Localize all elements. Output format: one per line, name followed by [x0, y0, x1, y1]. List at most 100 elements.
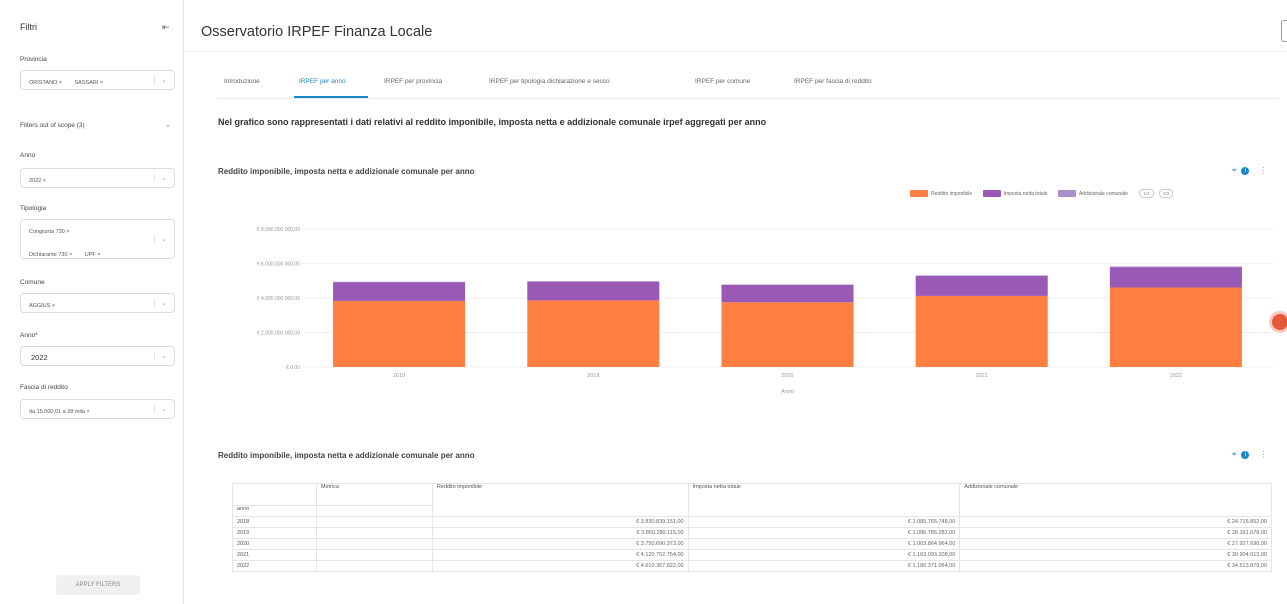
legend-swatch [982, 190, 1001, 198]
filter-label-provincia: Provincia [20, 56, 47, 63]
tab-introduzione[interactable]: Introduzione [224, 78, 260, 85]
table-row: 2021 € 4.120.752.754,00 € 1.163.093.208,… [232, 549, 1272, 561]
legend-page-next[interactable]: 2/2 [1159, 189, 1174, 199]
table-cell: € 4.610.367.822,00 [431, 560, 689, 572]
filter-label-tipologia: Tipologia [20, 205, 47, 212]
table-cell: € 1.003.864.964,00 [687, 538, 961, 550]
info-icon[interactable]: i [1241, 450, 1250, 459]
column-header[interactable]: Addizionale comunale [959, 483, 1272, 517]
table-row: 2020 € 3.750.690.373,00 € 1.003.864.964,… [232, 538, 1272, 550]
empty-cell [315, 527, 433, 539]
bar-segment [333, 282, 466, 301]
comune-select[interactable]: AGGIUS × ⌄ [20, 293, 175, 313]
chevron-down-icon[interactable]: ⌄ [154, 352, 167, 360]
table-cell: € 4.120.752.754,00 [431, 549, 689, 561]
year-cell: 2022 [232, 560, 317, 572]
tab-irpef-per-anno[interactable]: IRPEF per anno [299, 78, 346, 85]
tag-sassari[interactable]: SASSARI × [75, 80, 104, 86]
table-cell: € 24.716.852,00 [959, 516, 1272, 528]
data-table: Metrica Reddito imponibile Imposta netta… [232, 483, 1272, 572]
filter-label-anno-required: Anno* [20, 332, 38, 339]
anno-selected-value: 2022 [31, 353, 48, 362]
page-title: Osservatorio IRPEF Finanza Locale [201, 24, 433, 40]
tag-congiunta-730[interactable]: Congiunta 730 × [29, 229, 70, 235]
tag-fascia[interactable]: da 15.000,01 a 28 mila × [29, 409, 90, 415]
y-tick-label: € 0,00 [286, 365, 300, 371]
empty-cell [315, 516, 433, 528]
legend-swatch [910, 190, 928, 198]
app-root: Filtri ⇤ Provincia ORISTANO × SASSARI × … [0, 0, 1287, 604]
tag-dichiarante-730[interactable]: Dichiarante 730 × [29, 252, 72, 258]
tag-aggius[interactable]: AGGIUS × [29, 303, 55, 309]
filters-out-of-scope[interactable]: Filters out of scope (3) [20, 122, 85, 129]
anno-single-select[interactable]: 2022 ⌄ [20, 346, 175, 366]
tab-irpef-per-provincia[interactable]: IRPEF per provincia [384, 78, 442, 85]
bar-segment [527, 300, 660, 367]
y-tick-label: € 2.000.000.000,00 [257, 331, 300, 337]
table-row: 2018 € 3.830.839.151,00 € 1.085.765.748,… [232, 516, 1272, 528]
chevron-down-icon[interactable]: ⌄ [154, 174, 167, 182]
chart-legend: Reddito imponibile Imposta netta totale … [910, 185, 1174, 199]
metric-header: Metrica [315, 483, 433, 506]
chevron-down-icon[interactable]: ⌄ [154, 299, 167, 307]
empty-cell [315, 538, 433, 550]
chevron-down-icon[interactable]: ⌄ [165, 121, 171, 129]
y-tick-label: € 6.000.000.000,00 [257, 262, 300, 268]
bar-segment [527, 281, 660, 301]
filter-sidebar: Filtri ⇤ Provincia ORISTANO × SASSARI × … [0, 0, 184, 604]
y-tick-label: € 8.000.000.000,00 [257, 227, 300, 233]
info-icon[interactable]: i [1241, 166, 1250, 175]
provincia-select[interactable]: ORISTANO × SASSARI × ⌄ [20, 70, 175, 90]
chevron-down-icon[interactable]: ⌄ [154, 405, 167, 413]
y-tick-label: € 4.000.000.000,00 [257, 296, 300, 302]
tab-irpef-per-comune[interactable]: IRPEF per comune [695, 78, 750, 85]
sidebar-title: Filtri [20, 22, 37, 32]
table-row: 2019 € 3.860.280.115,00 € 1.086.786.282,… [232, 527, 1272, 539]
collapse-panel-icon[interactable]: ⇤ [162, 22, 170, 33]
table-cell: € 1.085.765.748,00 [687, 516, 961, 528]
legend-item[interactable]: Imposta netta totale [982, 190, 1048, 198]
table-cell: € 34.513.879,00 [959, 560, 1272, 572]
tag-upf[interactable]: UPF × [85, 252, 101, 258]
chevron-down-icon[interactable]: ⌄ [154, 235, 167, 243]
year-cell: 2020 [232, 538, 317, 550]
header-edge-button[interactable] [1281, 20, 1287, 42]
tab-irpef-per-tipologia[interactable]: IRPEF per tipologia dichiarazione e sess… [489, 78, 610, 85]
legend-item[interactable]: Addizionale comunale [1057, 190, 1128, 198]
filter-icon[interactable]: ⏷ [1231, 166, 1237, 175]
table-cell: € 28.161.078,00 [959, 527, 1272, 539]
tipologia-select[interactable]: Congiunta 730 × Dichiarante 730 × UPF × … [20, 219, 175, 259]
x-tick-label: 2021 [976, 373, 988, 379]
row-header: anno [232, 505, 317, 517]
legend-item[interactable]: Reddito imponibile [910, 190, 972, 198]
tag-2022[interactable]: 2022 × [29, 178, 46, 184]
chart-toolbar: ⏷ i ⋮ [1231, 166, 1267, 176]
tag-oristano[interactable]: ORISTANO × [29, 80, 62, 86]
legend-page-prev[interactable]: 1/2 [1139, 189, 1154, 199]
year-cell: 2018 [232, 516, 317, 528]
dashboard-header: Osservatorio IRPEF Finanza Locale [184, 0, 1287, 52]
table-cell: € 3.830.839.151,00 [431, 516, 689, 528]
notification-badge[interactable] [1269, 311, 1287, 333]
legend-label: Addizionale comunale [1078, 191, 1128, 198]
filter-icon[interactable]: ⏷ [1231, 450, 1237, 459]
table-cell: € 3.860.280.115,00 [431, 527, 689, 539]
anno-select[interactable]: 2022 × ⌄ [20, 168, 175, 188]
column-header[interactable]: Reddito imponibile [431, 483, 689, 517]
apply-filters-button[interactable]: APPLY FILTERS [56, 575, 140, 595]
filter-label-fascia: Fascia di reddito [20, 384, 68, 391]
bar-segment [915, 295, 1048, 367]
chevron-down-icon[interactable]: ⌄ [154, 76, 167, 84]
table-title: Reddito imponibile, imposta netta e addi… [218, 451, 475, 460]
bar-segment [915, 275, 1048, 296]
empty-cell [315, 549, 433, 561]
table-cell: € 1.086.786.282,00 [687, 527, 961, 539]
x-tick-label: 2019 [587, 373, 599, 379]
column-header[interactable]: Imposta netta totale [687, 483, 961, 517]
fascia-select[interactable]: da 15.000,01 a 28 mila × ⌄ [20, 399, 175, 419]
legend-swatch [1057, 190, 1076, 198]
tab-irpef-per-fascia[interactable]: IRPEF per fascia di reddito [794, 78, 872, 85]
more-vertical-icon[interactable]: ⋮ [1259, 166, 1267, 175]
more-vertical-icon[interactable]: ⋮ [1259, 450, 1267, 459]
bar-segment [333, 300, 466, 367]
